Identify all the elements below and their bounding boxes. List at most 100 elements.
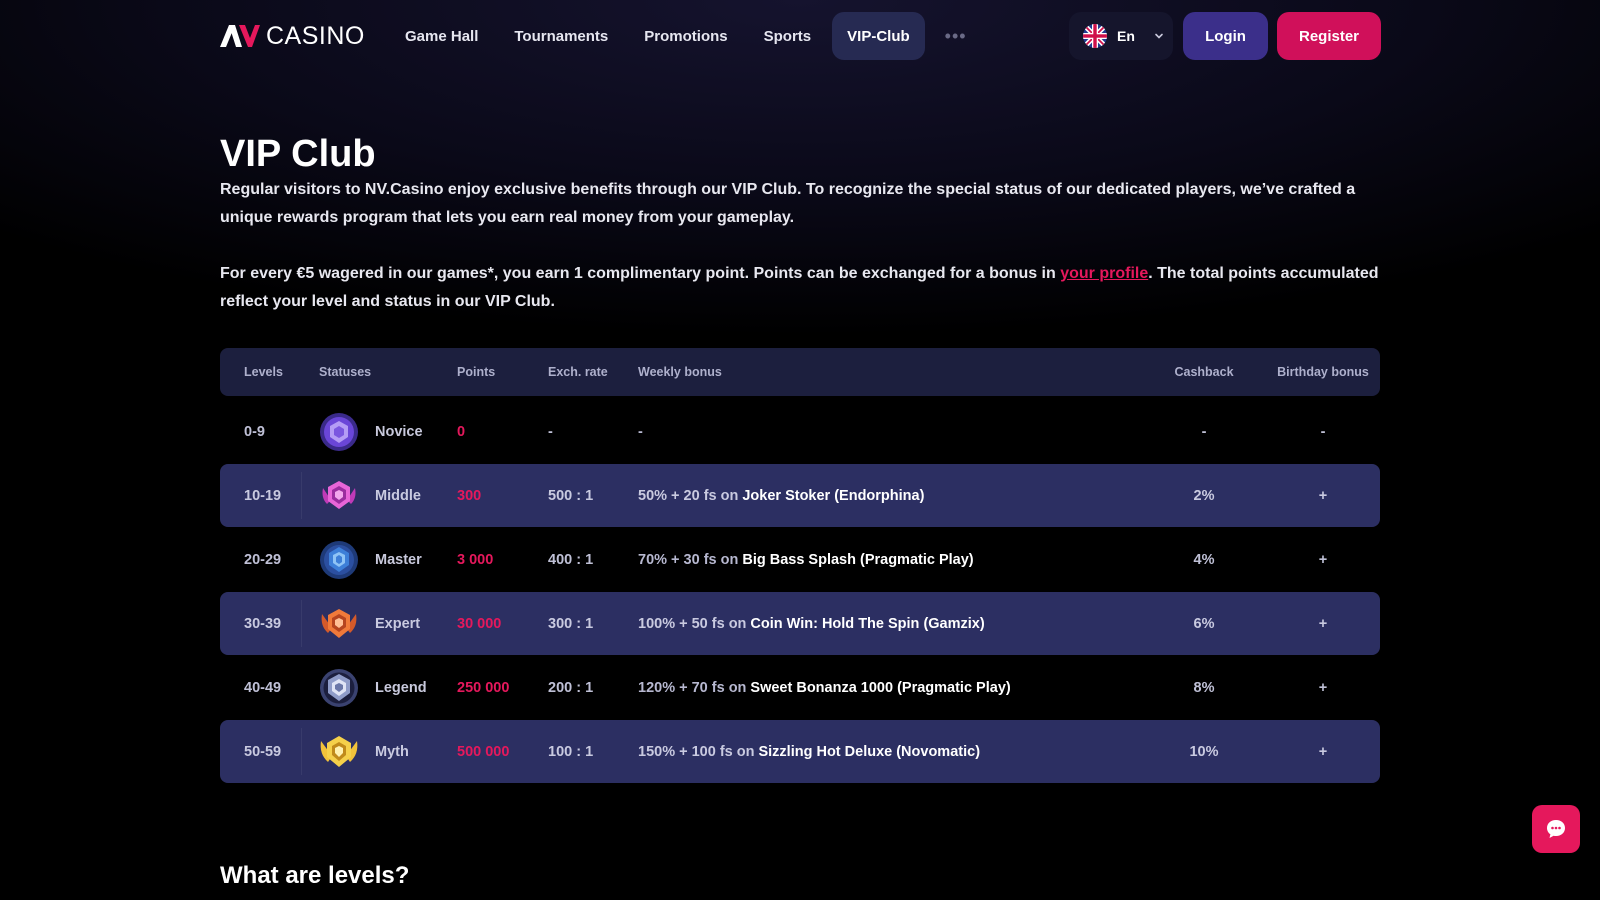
row-points: 300 <box>457 487 482 504</box>
row-cashback: - <box>1201 423 1207 440</box>
row-status: Master <box>375 551 422 568</box>
row-bonus-game: Sweet Bonanza 1000 (Pragmatic Play) <box>750 679 1011 696</box>
row-rate: 200 : 1 <box>548 679 594 696</box>
row-rate: 400 : 1 <box>548 551 594 568</box>
chevron-down-icon <box>1155 33 1163 39</box>
points-text-before: For every €5 wagered in our games*, you … <box>220 265 1061 282</box>
register-button[interactable]: Register <box>1277 12 1381 60</box>
nav-promotions[interactable]: Promotions <box>629 12 742 60</box>
nv-casino-logo[interactable]: CASINO <box>220 21 365 51</box>
row-level: 50-59 <box>244 743 282 760</box>
table-row: 30-39 Expert 30 000 300 : 1 100% + 50 fs… <box>220 592 1380 655</box>
nv-logo-icon <box>220 25 260 47</box>
row-points: 250 000 <box>457 679 510 696</box>
nav-sports[interactable]: Sports <box>749 12 827 60</box>
row-cashback: 10% <box>1189 743 1219 760</box>
legend-badge-icon <box>320 669 358 707</box>
header-weekly-bonus: Weekly bonus <box>638 365 722 379</box>
header-points: Points <box>457 365 496 379</box>
row-rate: 300 : 1 <box>548 615 594 632</box>
novice-badge-icon <box>320 413 358 451</box>
language-label: En <box>1117 28 1135 44</box>
logo-text: CASINO <box>266 21 365 50</box>
row-bonus-game: Coin Win: Hold The Spin (Gamzix) <box>750 615 985 632</box>
uk-flag-icon <box>1083 24 1107 48</box>
row-rate: - <box>548 423 553 440</box>
row-bonus-text: - <box>638 423 643 440</box>
row-birthday: - <box>1320 423 1326 440</box>
row-points: 3 000 <box>457 551 494 568</box>
master-badge-icon <box>320 541 358 579</box>
login-button[interactable]: Login <box>1183 12 1268 60</box>
header-levels: Levels <box>244 365 283 379</box>
row-cashback: 6% <box>1193 615 1215 632</box>
row-bonus: 150% + 100 fs on Sizzling Hot Deluxe (Nov… <box>638 720 980 783</box>
points-paragraph: For every €5 wagered in our games*, you … <box>220 260 1390 316</box>
row-birthday: + <box>1318 487 1328 504</box>
row-status: Legend <box>375 679 427 696</box>
row-status: Novice <box>375 423 423 440</box>
row-bonus-text: 50% + 20 fs on <box>638 487 739 504</box>
row-points: 30 000 <box>457 615 502 632</box>
table-row: 0-9 Novice 0 - - - - <box>220 400 1380 463</box>
main-nav: Game Hall Tournaments Promotions Sports … <box>390 12 981 60</box>
chat-button[interactable] <box>1532 805 1580 853</box>
row-bonus: 120% + 70 fs on Sweet Bonanza 1000 (Pragm… <box>638 656 1011 719</box>
row-bonus: 50% + 20 fs on Joker Stoker (Endorphina) <box>638 464 924 527</box>
header-statuses: Statuses <box>319 365 372 379</box>
row-bonus: 70% + 30 fs on Big Bass Splash (Pragmatic… <box>638 528 974 591</box>
page-title: VIP Club <box>220 133 376 175</box>
table-row: 50-59 Myth 500 000 100 : 1 150% + 100 fs… <box>220 720 1380 783</box>
row-cashback: 2% <box>1193 487 1215 504</box>
header-exch-rate: Exch. rate <box>548 365 608 379</box>
row-birthday: + <box>1318 679 1328 696</box>
row-cashback: 4% <box>1193 551 1215 568</box>
myth-badge-icon <box>320 736 358 767</box>
row-bonus: 100% + 50 fs on Coin Win: Hold The Spin (… <box>638 592 985 655</box>
row-divider <box>301 472 302 519</box>
row-status: Myth <box>375 743 409 760</box>
row-level: 40-49 <box>244 679 282 696</box>
nav-vip-club[interactable]: VIP-Club <box>832 12 925 60</box>
vip-levels-table: Levels Statuses Points Exch. rate Weekly… <box>220 348 1380 783</box>
row-level: 0-9 <box>244 423 265 440</box>
row-bonus: - <box>638 400 647 463</box>
row-status: Middle <box>375 487 421 504</box>
row-bonus-game: Joker Stoker (Endorphina) <box>742 487 925 504</box>
row-level: 30-39 <box>244 615 282 632</box>
table-header: Levels Statuses Points Exch. rate Weekly… <box>220 348 1380 396</box>
row-level: 20-29 <box>244 551 282 568</box>
row-rate: 100 : 1 <box>548 743 594 760</box>
row-status: Expert <box>375 615 421 632</box>
top-header: CASINO Game Hall Tournaments Promotions … <box>0 0 1600 72</box>
row-level: 10-19 <box>244 487 282 504</box>
row-bonus-text: 120% + 70 fs on <box>638 679 747 696</box>
row-rate: 500 : 1 <box>548 487 594 504</box>
row-birthday: + <box>1318 615 1328 632</box>
expert-badge-icon <box>321 609 357 638</box>
header-birthday-bonus: Birthday bonus <box>1277 365 1369 379</box>
your-profile-link[interactable]: your profile <box>1060 265 1148 282</box>
row-cashback: 8% <box>1193 679 1215 696</box>
chat-icon <box>1547 820 1565 838</box>
section-title-levels: What are levels? <box>220 862 410 889</box>
header-cashback: Cashback <box>1174 365 1234 379</box>
row-birthday: + <box>1318 551 1328 568</box>
row-bonus-text: 100% + 50 fs on <box>638 615 747 632</box>
middle-badge-icon <box>322 481 356 509</box>
row-bonus-game: Sizzling Hot Deluxe (Novomatic) <box>758 743 981 760</box>
row-points: 0 <box>457 423 466 440</box>
table-row: 10-19 Middle 300 500 : 1 50% + 20 fs on J… <box>220 464 1380 527</box>
language-selector[interactable]: En <box>1069 12 1173 60</box>
row-divider <box>301 600 302 647</box>
row-bonus-text: 70% + 30 fs on <box>638 551 739 568</box>
row-birthday: + <box>1318 743 1328 760</box>
row-bonus-game: Big Bass Splash (Pragmatic Play) <box>742 551 974 568</box>
intro-paragraph: Regular visitors to NV.Casino enjoy excl… <box>220 181 1356 226</box>
more-menu-icon[interactable]: ••• <box>931 12 981 60</box>
row-bonus-text: 150% + 100 fs on <box>638 743 755 760</box>
row-points: 500 000 <box>457 743 510 760</box>
table-row: 20-29 Master 3 000 400 : 1 70% + 30 fs o… <box>220 528 1380 591</box>
nav-tournaments[interactable]: Tournaments <box>499 12 623 60</box>
nav-game-hall[interactable]: Game Hall <box>390 12 493 60</box>
